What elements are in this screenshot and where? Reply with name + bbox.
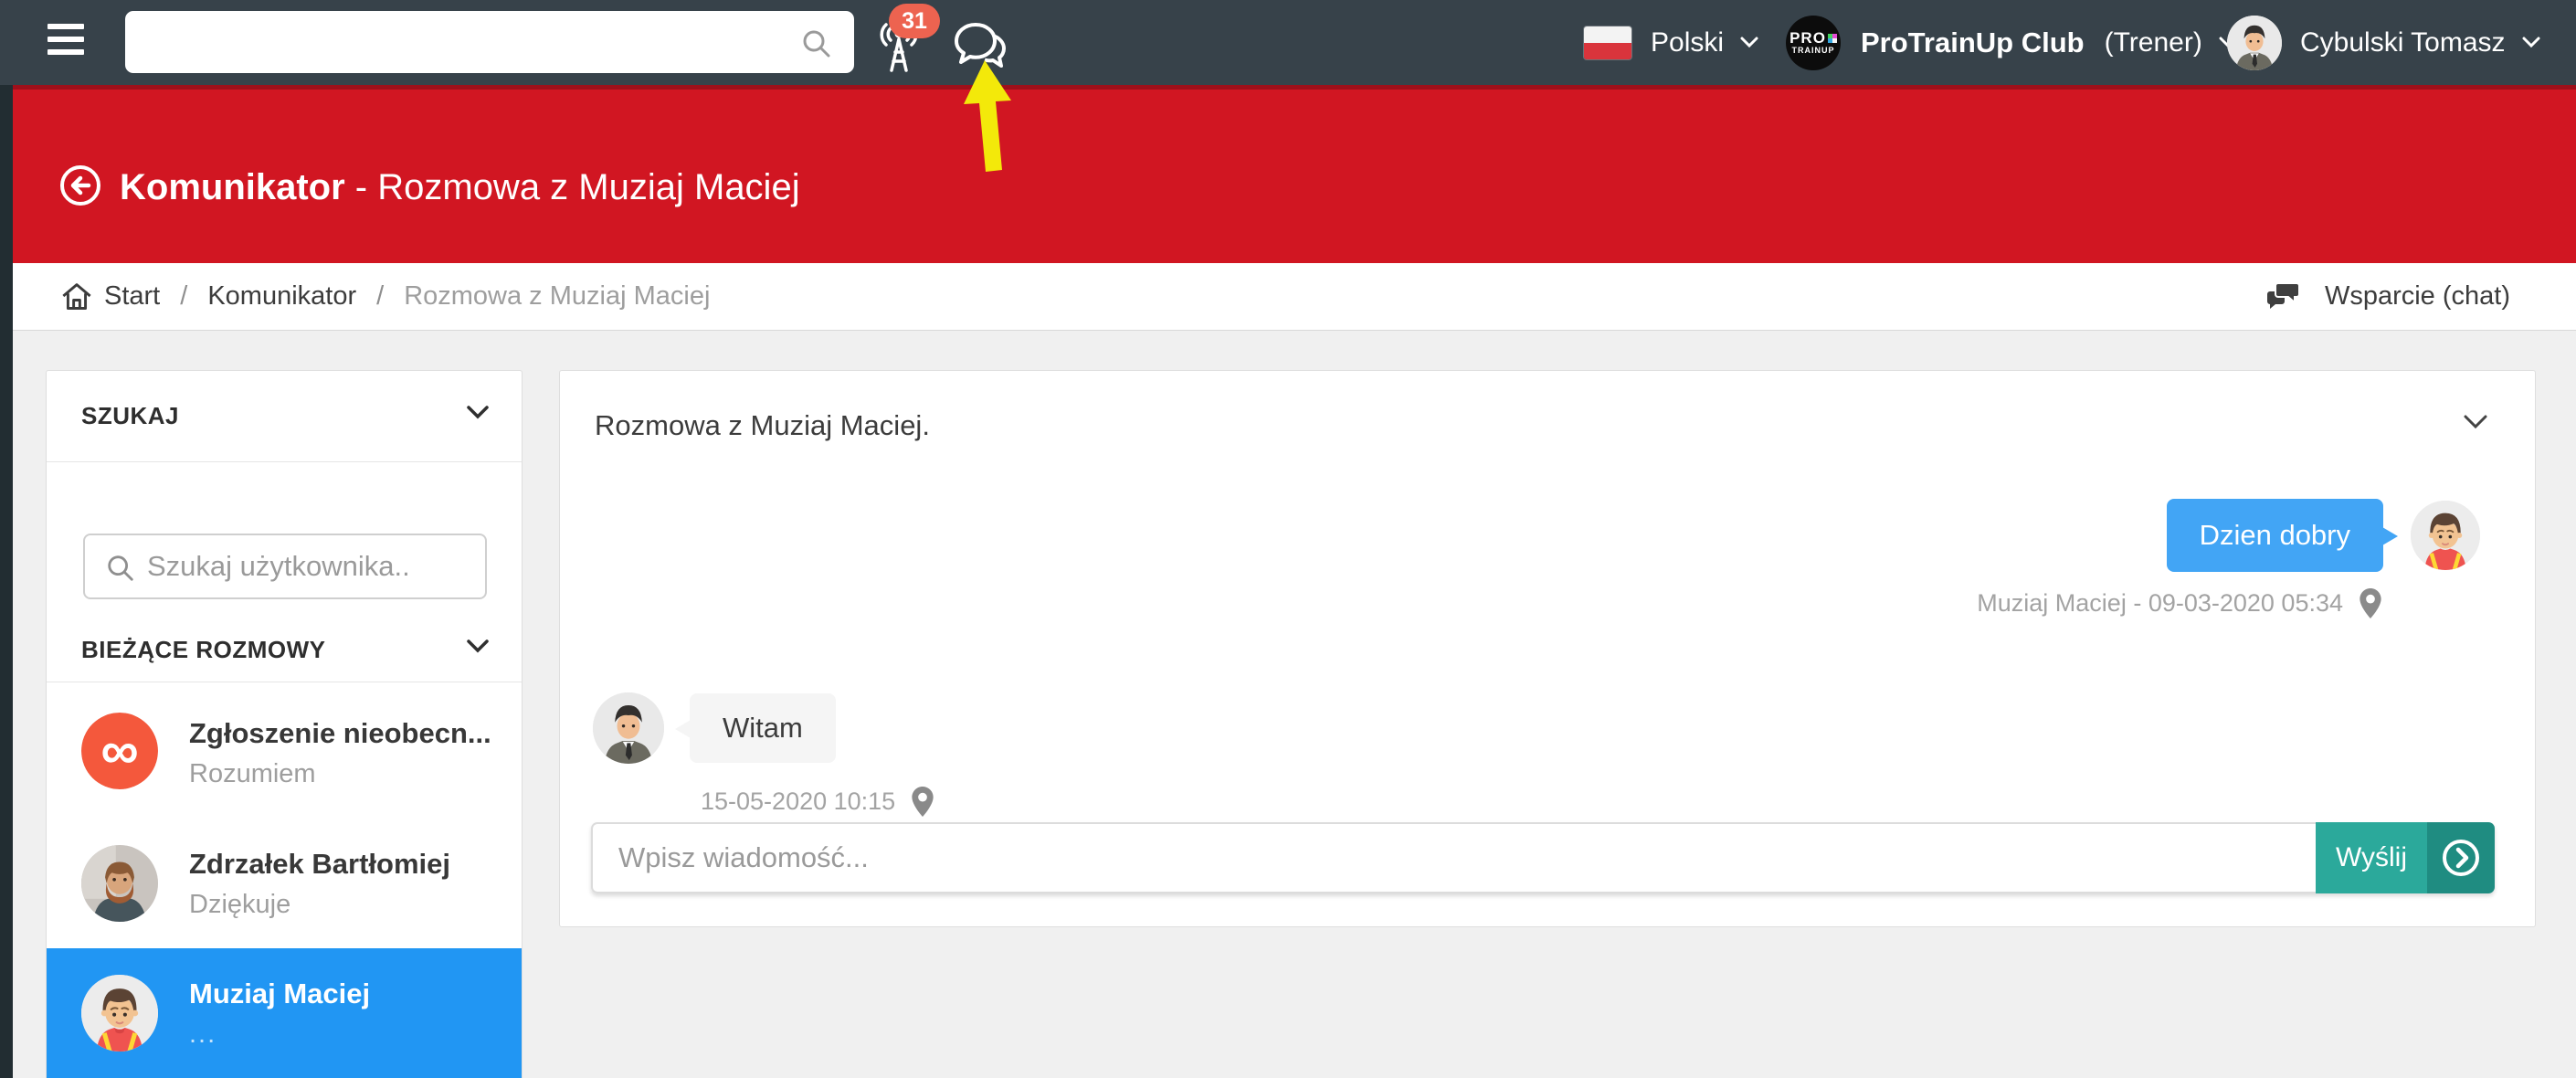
conversation-item-zdrzalek[interactable]: Zdrzałek Bartłomiej Dziękuje <box>47 819 522 948</box>
message-outgoing: Dzien dobry <box>2167 499 2480 572</box>
global-search-input[interactable] <box>144 12 802 72</box>
user-name: Cybulski Tomasz <box>2300 27 2506 58</box>
user-photo-avatar <box>81 845 158 922</box>
user-avatar <box>593 692 664 764</box>
message-compose-row: Wyślij <box>591 822 2495 893</box>
support-chat-icon <box>2266 281 2303 312</box>
boy-avatar <box>81 975 158 1052</box>
search-icon <box>105 553 136 584</box>
chevron-down-icon <box>2522 37 2540 48</box>
boy-avatar <box>2411 501 2480 570</box>
chat-panel: Rozmowa z Muziaj Maciej. Dzien dobry <box>559 370 2536 927</box>
message-input-wrap <box>591 822 2316 893</box>
collapsed-sidebar-strip <box>0 85 13 1078</box>
message-meta: 15-05-2020 10:15 <box>701 787 934 817</box>
user-avatar <box>2227 16 2282 70</box>
message-meta: Muziaj Maciej - 09-03-2020 05:34 <box>1977 588 2381 618</box>
home-icon[interactable] <box>60 280 93 316</box>
conversation-item-muziaj-selected[interactable]: Muziaj Maciej ... <box>47 948 522 1078</box>
user-search <box>83 534 487 599</box>
sidebar-search-wrap <box>47 462 522 618</box>
chat-collapse-chevron-icon[interactable] <box>2464 415 2487 434</box>
send-button[interactable]: Wyślij <box>2316 822 2427 893</box>
language-label: Polski <box>1651 27 1724 58</box>
location-pin-icon <box>2360 588 2381 618</box>
language-selector[interactable]: Polski <box>1583 0 1758 85</box>
send-arrow-button[interactable] <box>2427 822 2495 893</box>
support-chat-label: Wsparcie (chat) <box>2325 281 2510 312</box>
breadcrumb-start[interactable]: Start <box>104 281 160 312</box>
user-search-input[interactable] <box>147 535 476 597</box>
club-selector[interactable]: PRO TRAINUP ProTrainUp Club (Trener) <box>1786 0 2237 85</box>
search-icon <box>800 27 833 65</box>
poland-flag-icon <box>1583 26 1632 60</box>
page-title: Komunikator - Rozmowa z Muziaj Maciej <box>120 167 800 208</box>
chat-title: Rozmowa z Muziaj Maciej. <box>595 409 930 442</box>
user-menu[interactable]: Cybulski Tomasz <box>2227 0 2540 85</box>
location-pin-icon <box>912 787 934 817</box>
conversation-item-zgloszenie[interactable]: ∞ Zgłoszenie nieobecn... Rozumiem <box>47 682 522 819</box>
conversations-sidebar: SZUKAJ BIEŻĄCE ROZMOWY ∞ Zgłoszenie nieo… <box>46 370 523 1078</box>
breadcrumb-komunikator[interactable]: Komunikator <box>207 281 356 312</box>
club-role: (Trener) <box>2105 27 2202 58</box>
chevron-down-icon <box>467 639 489 653</box>
send-circle-icon <box>2440 837 2482 879</box>
support-chat-link[interactable]: Wsparcie (chat) <box>2266 263 2510 330</box>
message-incoming: Witam <box>593 692 836 764</box>
protrainup-logo: PRO TRAINUP <box>1786 16 1841 70</box>
breadcrumb: Start / Komunikator / Rozmowa z Muziaj M… <box>104 263 710 330</box>
notification-count-badge: 31 <box>889 4 940 38</box>
breadcrumb-bar: Start / Komunikator / Rozmowa z Muziaj M… <box>13 263 2576 331</box>
infinity-avatar: ∞ <box>81 713 158 789</box>
menu-icon[interactable] <box>48 24 86 60</box>
breadcrumb-current: Rozmowa z Muziaj Maciej <box>404 281 710 312</box>
chevron-down-icon <box>1740 37 1758 48</box>
topbar: 31 Polski PRO TRAINUP ProTrainUp Club (T… <box>0 0 2576 85</box>
page-header: Komunikator - Rozmowa z Muziaj Maciej <box>13 85 2576 263</box>
message-input[interactable] <box>618 824 2255 892</box>
conversations-section-header[interactable]: BIEŻĄCE ROZMOWY <box>47 618 522 682</box>
global-search <box>125 11 854 73</box>
messenger-icon[interactable] <box>952 20 1008 79</box>
message-bubble: Witam <box>690 693 836 763</box>
app-root: 31 Polski PRO TRAINUP ProTrainUp Club (T… <box>0 0 2576 1078</box>
club-name: ProTrainUp Club <box>1861 26 2085 59</box>
message-bubble: Dzien dobry <box>2167 499 2383 572</box>
chevron-down-icon <box>467 406 489 419</box>
back-button[interactable] <box>58 164 102 207</box>
search-section-header[interactable]: SZUKAJ <box>47 371 522 462</box>
